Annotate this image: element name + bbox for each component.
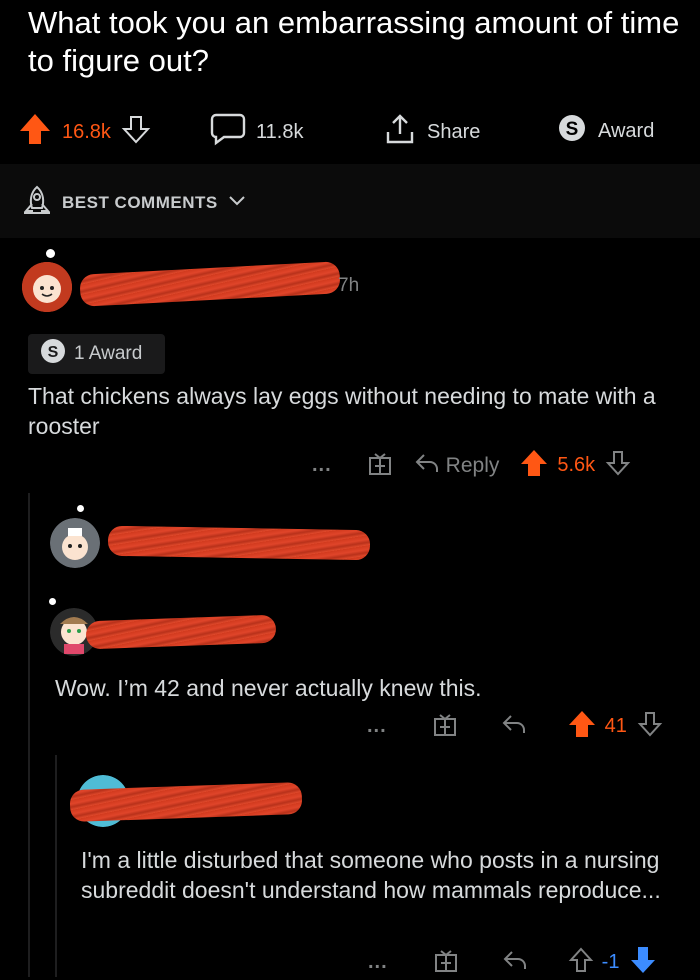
- post-upvote-count: 16.8k: [62, 120, 111, 143]
- downvote-icon[interactable]: [605, 449, 631, 482]
- online-indicator: [46, 249, 55, 258]
- comment-score: -1: [601, 951, 620, 973]
- thread-line[interactable]: [55, 755, 57, 977]
- post-title: What took you an embarrassing amount of …: [28, 5, 680, 78]
- award-label: Award: [598, 119, 655, 142]
- svg-text:S: S: [48, 344, 59, 361]
- thread-line[interactable]: [28, 493, 30, 977]
- comment-age: 7h: [338, 275, 360, 296]
- award-badge[interactable]: S 1 Award: [28, 334, 165, 374]
- post-comment-count: 11.8k: [256, 120, 304, 143]
- username-redaction: [69, 781, 303, 823]
- comment-actions: ... -1: [368, 945, 657, 980]
- chevron-down-icon: [228, 194, 246, 212]
- gift-icon[interactable]: [366, 449, 394, 482]
- upvote-icon[interactable]: [567, 709, 597, 744]
- more-options[interactable]: ...: [368, 951, 388, 974]
- share-button[interactable]: Share: [383, 112, 480, 152]
- downvote-icon[interactable]: [637, 710, 663, 743]
- more-options[interactable]: ...: [367, 715, 387, 738]
- comment-body: Wow. I’m 42 and never actually knew this…: [55, 675, 482, 701]
- avatar[interactable]: [22, 262, 72, 312]
- svg-text:S: S: [566, 119, 579, 140]
- upvote-icon[interactable]: [568, 946, 594, 979]
- sort-dropdown[interactable]: BEST COMMENTS: [22, 184, 246, 221]
- comment-score: 5.6k: [557, 454, 596, 476]
- comment-score: 41: [604, 715, 627, 737]
- share-label: Share: [427, 120, 481, 143]
- reply-icon[interactable]: [502, 949, 528, 976]
- award-count: 1 Award: [74, 343, 143, 364]
- share-icon: [383, 112, 417, 152]
- downvote-icon[interactable]: [629, 945, 657, 980]
- online-indicator: [77, 505, 84, 512]
- downvote-icon[interactable]: [121, 114, 151, 150]
- online-indicator: [49, 598, 56, 605]
- post-action-bar: 16.8k 11.8k Share S Award: [0, 98, 700, 162]
- award-icon: S: [556, 112, 588, 150]
- comment-actions: ... 41: [367, 709, 663, 744]
- upvote-icon[interactable]: [519, 448, 549, 483]
- post-comments-button[interactable]: 11.8k: [210, 112, 303, 152]
- avatar[interactable]: [50, 518, 100, 568]
- sort-bar[interactable]: BEST COMMENTS: [0, 164, 700, 238]
- comment-body: That chickens always lay eggs without ne…: [28, 383, 656, 439]
- more-options[interactable]: ...: [312, 454, 332, 477]
- rocket-icon: [22, 184, 52, 221]
- comment-body: I'm a little disturbed that someone who …: [81, 847, 661, 903]
- reply-icon[interactable]: [501, 713, 527, 740]
- reply-label: Reply: [445, 453, 500, 477]
- reply-button[interactable]: Reply: [414, 452, 500, 480]
- award-icon: S: [40, 338, 66, 370]
- award-button[interactable]: S Award: [556, 112, 654, 150]
- reply-icon: [414, 452, 440, 480]
- sort-label: BEST COMMENTS: [62, 192, 218, 212]
- gift-icon[interactable]: [432, 946, 460, 979]
- comment-actions: ... Reply 5.6k: [312, 448, 631, 483]
- comment-icon: [210, 112, 246, 152]
- upvote-icon[interactable]: [18, 112, 52, 152]
- post-vote-group: 16.8k: [18, 112, 151, 152]
- gift-icon[interactable]: [431, 710, 459, 743]
- username-redaction: [107, 525, 371, 561]
- username-redaction: [79, 261, 341, 307]
